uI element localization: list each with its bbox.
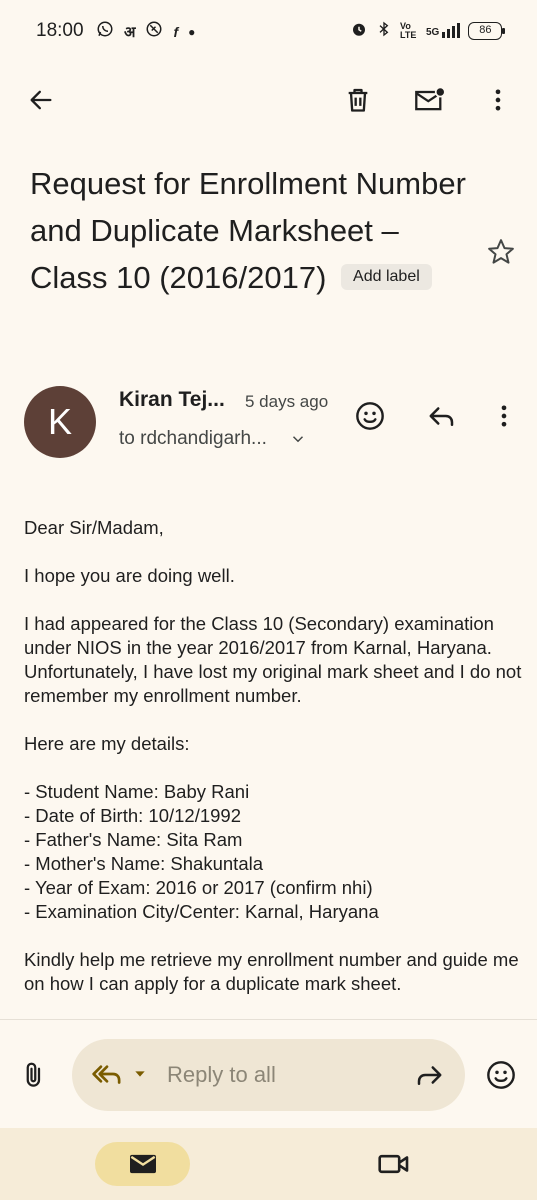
nav-mail-tab[interactable] [95,1142,190,1186]
hindi-keyboard-icon: अ [124,23,136,41]
status-time: 18:00 [36,20,84,41]
detail-line: - Year of Exam: 2016 or 2017 (confirm nh… [24,877,373,898]
more-options-button[interactable] [474,76,522,124]
volte-icon: Vo LTE [400,20,417,40]
bluetooth-icon [376,20,392,41]
dot-icon: ● [188,24,196,39]
body-greeting: Dear Sir/Madam, [24,517,164,538]
chevron-down-icon [292,436,303,443]
detail-line: - Father's Name: Sita Ram [24,829,243,850]
sender-avatar[interactable]: K [24,386,96,458]
body-closing: Kindly help me retrieve my enrollment nu… [24,949,519,994]
message-more-button[interactable] [480,392,528,440]
sender-name[interactable]: Kiran Tej... [119,388,225,412]
status-right-icons: Vo LTE 5G 86 [350,20,506,41]
arrow-back-icon [30,90,52,110]
reply-icon [429,407,454,426]
recipients-text: to rdchandigarh... [119,428,267,449]
battery-indicator: 86 [468,21,506,40]
attach-button[interactable] [10,1051,58,1099]
delete-button[interactable] [334,76,382,124]
reply-placeholder[interactable]: Reply to all [167,1062,276,1088]
flipkart-icon: f [173,23,179,40]
more-vert-icon [495,89,501,111]
alarm-icon [350,20,368,41]
recipients-line[interactable]: to rdchandigarh... [119,428,307,450]
detail-line: - Mother's Name: Shakuntala [24,853,264,874]
mark-unread-button[interactable] [406,76,454,124]
forward-icon [417,1066,442,1085]
trash-icon [348,88,368,112]
nav-meet-tab[interactable] [372,1142,416,1186]
video-icon [378,1154,409,1174]
sender-time: 5 days ago [245,392,329,411]
status-bar: 18:00 अ f ● Vo LTE 5G 86 [0,0,537,62]
more-vert-icon [501,405,507,427]
detail-line: - Examination City/Center: Karnal, Harya… [24,901,379,922]
star-icon [488,239,514,264]
network-label: 5G [426,27,440,38]
vpn-icon [145,20,163,43]
reply-all-icon [92,1065,121,1084]
star-button[interactable] [477,228,525,276]
signal-5g-icon: 5G [426,23,461,38]
body-details-heading: Here are my details: [24,733,190,754]
whatsapp-icon [96,20,114,43]
divider [0,1019,537,1020]
detail-line: - Student Name: Baby Rani [24,781,250,802]
emoji-reaction-button[interactable] [346,392,394,440]
emoji-icon [356,402,384,430]
mail-icon [129,1154,156,1174]
body-intro: I hope you are doing well. [24,565,235,586]
body-paragraph: I had appeared for the Class 10 (Seconda… [24,613,522,706]
bottom-navigation [0,1128,537,1200]
status-left-icons: अ f ● [96,20,195,43]
paperclip-icon [26,1062,41,1087]
emoji-button[interactable] [477,1051,525,1099]
email-subject: Request for Enrollment Number and Duplic… [30,160,470,301]
back-button[interactable] [17,76,65,124]
emoji-icon [487,1061,515,1089]
email-body-viewport[interactable]: Dear Sir/Madam, I hope you are doing wel… [0,500,537,1016]
email-body: Dear Sir/Madam, I hope you are doing wel… [24,516,524,1016]
add-label-button[interactable]: Add label [341,263,432,290]
mail-unread-icon [415,86,446,111]
dropdown-arrow-icon [135,1071,145,1077]
forward-button[interactable] [405,1051,453,1099]
detail-line: - Date of Birth: 10/12/1992 [24,805,241,826]
reply-button[interactable] [418,392,466,440]
reply-mode-selector[interactable] [90,1057,148,1091]
